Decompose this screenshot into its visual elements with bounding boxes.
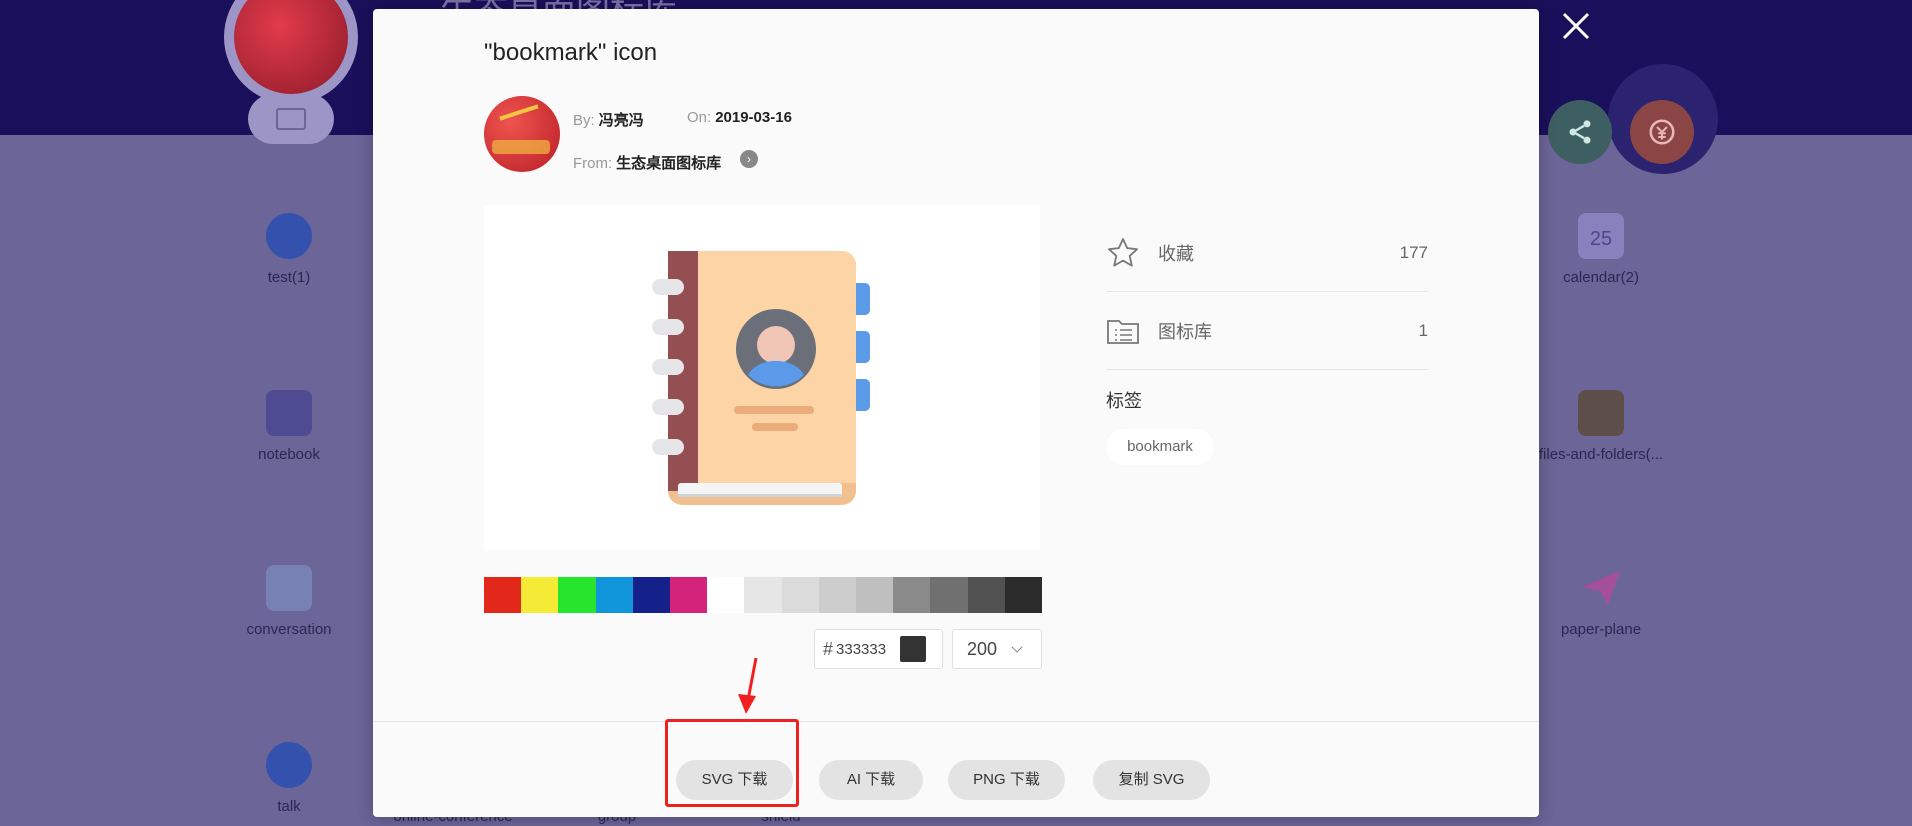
background-item[interactable]: test(1) (204, 213, 374, 286)
tags-heading: 标签 (1106, 391, 1142, 411)
chevron-down-icon (1011, 640, 1023, 653)
png-download-button[interactable]: PNG 下载 (948, 760, 1065, 800)
size-value: 200 (967, 638, 998, 659)
svg-download-button[interactable]: SVG 下载 (676, 760, 793, 800)
color-swatch[interactable] (930, 577, 968, 613)
background-item-label: talk (277, 798, 301, 815)
library-label: 图标库 (1158, 321, 1212, 342)
download-footer: SVG 下载 AI 下载 PNG 下载 复制 SVG (373, 721, 1539, 817)
color-swatch[interactable] (818, 577, 857, 613)
close-glyph (1562, 12, 1590, 40)
color-swatch[interactable] (893, 577, 931, 613)
library-count: 1 (1418, 320, 1428, 340)
date-meta: On: 2019-03-16 (687, 109, 792, 126)
from-label: From: (573, 155, 613, 172)
favorite-label: 收藏 (1158, 243, 1194, 264)
test-icon (266, 213, 312, 259)
color-swatch[interactable] (670, 577, 708, 613)
share-icon[interactable] (1548, 100, 1612, 164)
talk-icon (266, 742, 312, 788)
color-swatch[interactable] (707, 577, 745, 613)
color-swatch[interactable] (595, 577, 633, 613)
folder-list-icon (1107, 319, 1139, 344)
author-name[interactable]: 冯亮冯 (599, 112, 644, 129)
background-item-label: notebook (258, 446, 320, 463)
ai-download-button[interactable]: AI 下载 (819, 760, 923, 800)
modal-title: "bookmark" icon (484, 39, 658, 66)
background-item-label: conversation (246, 621, 332, 638)
color-swatch[interactable] (967, 577, 1005, 613)
upload-date: 2019-03-16 (715, 109, 792, 126)
color-swatch[interactable] (781, 577, 819, 613)
folder-icon (1578, 390, 1624, 436)
reward-icon-glyph (1649, 119, 1675, 145)
background-item[interactable]: notebook (204, 390, 374, 463)
tag-chip[interactable]: bookmark (1106, 429, 1214, 465)
avatar-decoration (492, 140, 550, 154)
color-hex-value[interactable]: 333333 (836, 641, 896, 658)
icon-detail-modal: "bookmark" icon By: 冯亮冯 On: 2019-03-16 Fro… (373, 9, 1539, 817)
copy-svg-button[interactable]: 复制 SVG (1093, 760, 1210, 800)
background-item-label: paper-plane (1560, 621, 1642, 638)
monitor-icon (276, 108, 306, 130)
favorite-count: 177 (1399, 242, 1428, 262)
share-icon-glyph (1569, 120, 1591, 144)
color-swatch[interactable] (856, 577, 894, 613)
background-item-label: files-and-folders(... (1538, 446, 1664, 463)
star-icon (1108, 237, 1138, 266)
size-select[interactable]: 200 (952, 629, 1042, 669)
close-icon[interactable] (1558, 10, 1594, 46)
color-swatch[interactable] (632, 577, 671, 613)
reward-icon[interactable] (1630, 100, 1694, 164)
hash-symbol: # (823, 638, 834, 659)
color-swatch[interactable] (1004, 577, 1043, 613)
calendar-icon: 25 (1578, 213, 1624, 259)
library-row[interactable]: 图标库 1 (1106, 292, 1428, 370)
background-item[interactable]: 25 calendar(2) (1516, 213, 1686, 286)
on-label: On: (687, 109, 712, 126)
background-item[interactable]: conversation (204, 565, 374, 638)
color-swatch[interactable] (744, 577, 782, 613)
color-swatch[interactable] (558, 577, 596, 613)
paper-plane-icon (1578, 565, 1624, 611)
icon-preview (484, 205, 1040, 550)
background-item-label: calendar(2) (1563, 269, 1639, 286)
author-avatar[interactable] (484, 96, 560, 172)
author-meta: By: 冯亮冯 (573, 109, 644, 130)
color-swatch[interactable] (484, 577, 522, 613)
background-item-label: test(1) (267, 269, 311, 286)
bookmark-icon (652, 251, 870, 505)
avatar-decoration (499, 104, 545, 140)
color-preview-swatch (900, 636, 927, 662)
background-item[interactable]: talk (204, 742, 374, 815)
paper-plane-glyph (1582, 571, 1620, 605)
source-meta: From: 生态桌面图标库 (573, 152, 721, 173)
color-palette (484, 577, 1043, 613)
color-hex-field[interactable]: # 333333 (814, 629, 943, 669)
background-item[interactable]: files-and-folders(... (1516, 390, 1686, 463)
favorite-row[interactable]: 收藏 177 (1106, 214, 1428, 292)
conversation-icon (266, 565, 312, 611)
source-library[interactable]: 生态桌面图标库 (616, 155, 721, 172)
by-label: By: (573, 112, 595, 129)
notebook-icon (266, 390, 312, 436)
chevron-right-icon[interactable]: › (740, 150, 758, 168)
color-swatch[interactable] (521, 577, 559, 613)
background-item[interactable]: paper-plane (1516, 565, 1686, 638)
